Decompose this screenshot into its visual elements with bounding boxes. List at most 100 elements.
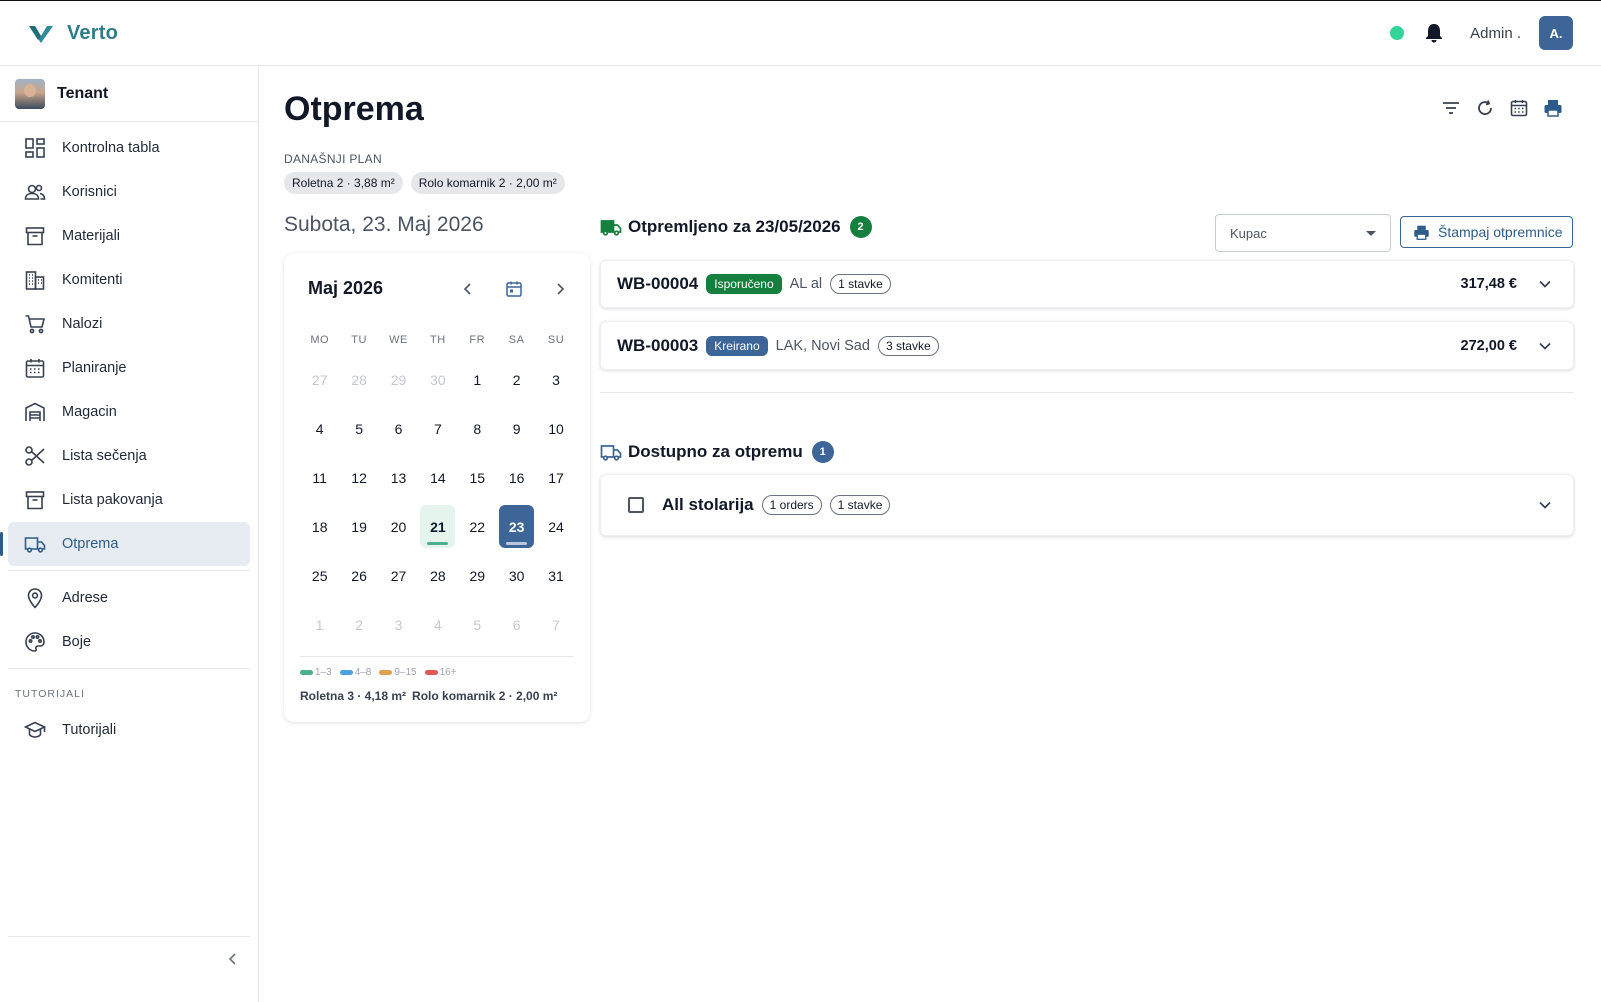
calendar-day[interactable]: 28 <box>418 551 457 600</box>
sidebar-item-tutorijali[interactable]: Tutorijali <box>8 708 250 752</box>
calendar-day[interactable]: 27 <box>300 355 339 404</box>
calendar-day[interactable]: 10 <box>536 404 575 453</box>
expand-chevron-down-icon[interactable] <box>1537 276 1553 292</box>
sidebar-item-lista-secenja[interactable]: Lista sečenja <box>8 434 250 478</box>
calendar-day[interactable]: 29 <box>458 551 497 600</box>
calendar-day[interactable]: 3 <box>379 600 418 649</box>
calendar-day[interactable]: 22 <box>458 502 497 551</box>
status-badge: Isporučeno <box>706 274 782 294</box>
tenant-switcher[interactable]: Tenant <box>0 66 258 122</box>
next-month-chevron-right-icon[interactable] <box>550 279 570 299</box>
calendar-day[interactable]: 15 <box>458 453 497 502</box>
sidebar-item-korisnici[interactable]: Korisnici <box>8 170 250 214</box>
calendar-day[interactable]: 6 <box>379 404 418 453</box>
sidebar-item-planiranje[interactable]: Planiranje <box>8 346 250 390</box>
calendar-day-selected[interactable]: 23 <box>497 502 536 551</box>
calendar-day[interactable]: 25 <box>300 551 339 600</box>
archive-box-icon <box>24 225 46 247</box>
previous-month-chevron-left-icon[interactable] <box>458 279 478 299</box>
users-icon <box>24 181 46 203</box>
select-group-checkbox[interactable] <box>628 497 644 513</box>
calendar-day[interactable]: 28 <box>339 355 378 404</box>
calendar-icon[interactable] <box>1509 98 1529 118</box>
sidebar-item-komitenti[interactable]: Komitenti <box>8 258 250 302</box>
shipment-row[interactable]: WB-00004 Isporučeno AL al 1 stavke 317,4… <box>600 260 1574 308</box>
expand-chevron-down-icon[interactable] <box>1537 338 1553 354</box>
calendar-day[interactable]: 1 <box>300 600 339 649</box>
sidebar-item-materijali[interactable]: Materijali <box>8 214 250 258</box>
brand-name: Verto <box>67 21 119 44</box>
calendar-day[interactable]: 12 <box>339 453 378 502</box>
calendar-day[interactable]: 8 <box>458 404 497 453</box>
calendar-day[interactable]: 4 <box>418 600 457 649</box>
calendar-day[interactable]: 2 <box>339 600 378 649</box>
calendar-day-number: 11 <box>312 469 327 486</box>
sidebar-item-adrese[interactable]: Adrese <box>8 576 250 620</box>
calendar-day[interactable]: 13 <box>379 453 418 502</box>
expand-chevron-down-icon[interactable] <box>1537 497 1553 513</box>
calendar-day-number: 2 <box>355 616 363 633</box>
calendar-divider <box>300 656 574 657</box>
sidebar-item-nalozi[interactable]: Nalozi <box>8 302 250 346</box>
shipment-row[interactable]: WB-00003 Kreirano LAK, Novi Sad 3 stavke… <box>600 321 1574 370</box>
calendar-day-number: 14 <box>430 469 446 486</box>
sidebar-item-lista-pakovanja[interactable]: Lista pakovanja <box>8 478 250 522</box>
calendar-day[interactable]: 19 <box>339 502 378 551</box>
brand-logo[interactable]: Verto <box>28 22 118 45</box>
sidebar-item-otprema[interactable]: Otprema <box>0 522 250 566</box>
print-icon[interactable] <box>1543 98 1563 118</box>
sidebar-item-magacin[interactable]: Magacin <box>8 390 250 434</box>
user-avatar[interactable]: A. <box>1539 16 1573 50</box>
legend-swatch <box>424 670 438 675</box>
today-calendar-icon[interactable] <box>504 279 524 299</box>
calendar-day-number: 4 <box>315 420 324 437</box>
print-delivery-notes-button[interactable]: Štampaj otpremnice <box>1400 216 1573 248</box>
customer-select[interactable]: Kupac <box>1215 214 1391 252</box>
shipped-count-badge: 2 <box>849 216 872 238</box>
sidebar-item-kontrolna-tabla[interactable]: Kontrolna tabla <box>8 126 250 170</box>
calendar-day[interactable]: 31 <box>536 551 575 600</box>
calendar-day[interactable]: 18 <box>300 502 339 551</box>
calendar-day[interactable]: 11 <box>300 453 339 502</box>
calendar-day-number: 10 <box>548 420 564 437</box>
calendar-day[interactable]: 7 <box>418 404 457 453</box>
calendar-day[interactable]: 16 <box>497 453 536 502</box>
calendar-day[interactable]: 30 <box>497 551 536 600</box>
user-name[interactable]: Admin . <box>1470 25 1521 42</box>
collapse-sidebar-chevron-left-icon[interactable] <box>225 951 241 967</box>
calendar-day-number: 19 <box>351 518 367 535</box>
sidebar-item-label: Materijali <box>62 228 121 244</box>
calendar-day[interactable]: 6 <box>497 600 536 649</box>
calendar-day[interactable]: 20 <box>379 502 418 551</box>
calendar-day-number: 7 <box>433 420 442 437</box>
available-group-row[interactable]: All stolarija 1 orders 1 stavke <box>600 474 1574 536</box>
calendar-day[interactable]: 5 <box>458 600 497 649</box>
calendar-day[interactable]: 2 <box>497 355 536 404</box>
filter-icon[interactable] <box>1441 98 1461 118</box>
calendar-day-number: 6 <box>394 420 403 437</box>
calendar-day[interactable]: 30 <box>418 355 457 404</box>
notifications-bell-icon[interactable] <box>1424 23 1444 43</box>
sidebar-item-label: Tutorijali <box>62 722 117 738</box>
calendar-day[interactable]: 4 <box>300 404 339 453</box>
sidebar-section-label: TUTORIJALI <box>15 688 85 700</box>
calendar-day-with-shipments[interactable]: 21 <box>418 502 457 551</box>
calendar-day[interactable]: 29 <box>379 355 418 404</box>
legend-label: 9–15 <box>394 667 417 678</box>
refresh-icon[interactable] <box>1475 98 1495 118</box>
calendar-day[interactable]: 7 <box>536 600 575 649</box>
calendar-day[interactable]: 27 <box>379 551 418 600</box>
calendar-day[interactable]: 1 <box>458 355 497 404</box>
cart-icon <box>24 313 46 335</box>
calendar-day[interactable]: 5 <box>339 404 378 453</box>
calendar-day[interactable]: 26 <box>339 551 378 600</box>
calendar-day[interactable]: 9 <box>497 404 536 453</box>
calendar-day[interactable]: 14 <box>418 453 457 502</box>
calendar-day[interactable]: 3 <box>536 355 575 404</box>
sidebar-item-label: Otprema <box>62 536 119 552</box>
calendar-day-number: 18 <box>311 518 328 535</box>
sidebar-item-boje[interactable]: Boje <box>8 620 250 664</box>
calendar-day[interactable]: 17 <box>536 453 575 502</box>
page-actions <box>1441 98 1563 118</box>
calendar-day[interactable]: 24 <box>536 502 575 551</box>
